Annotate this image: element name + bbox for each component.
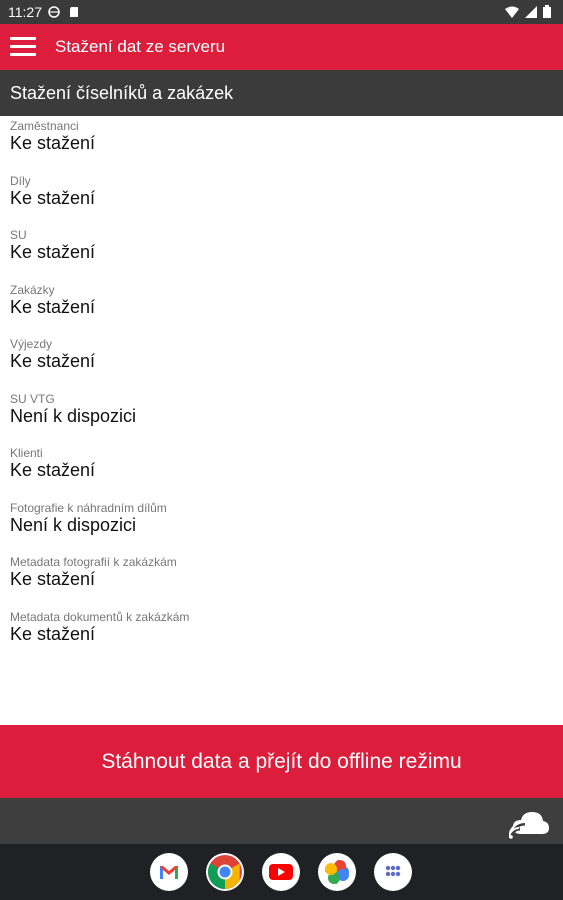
item-status: Ke stažení bbox=[10, 623, 96, 644]
list-item: Zaměstnanci Ke stažení bbox=[0, 116, 563, 171]
item-status: Ke stažení bbox=[10, 460, 96, 480]
signal-icon bbox=[525, 5, 537, 18]
item-status: Ke stažení bbox=[10, 187, 96, 208]
download-status-list: Zaměstnanci Ke stažení Díly Ke stažení S… bbox=[0, 116, 563, 661]
list-item: Metadata fotografií k zakázkám Ke stažen… bbox=[0, 552, 563, 607]
gmail-icon[interactable] bbox=[150, 853, 188, 891]
list-item: Výjezdy Ke stažení bbox=[0, 334, 563, 389]
item-status: Není k dispozici bbox=[10, 514, 137, 535]
item-caption: Fotografie k náhradním dílům bbox=[10, 500, 167, 515]
item-status: Ke stažení bbox=[10, 569, 96, 589]
item-caption: Výjezdy bbox=[10, 337, 53, 351]
sd-card-icon bbox=[70, 7, 78, 17]
app-bar-title: Stažení dat ze serveru bbox=[55, 37, 226, 56]
wifi-icon bbox=[505, 6, 519, 18]
item-caption: Díly bbox=[10, 173, 31, 188]
item-caption: Metadata dokumentů k zakázkám bbox=[10, 609, 190, 624]
item-status: Ke stažení bbox=[10, 242, 96, 262]
photos-icon[interactable] bbox=[318, 853, 356, 891]
status-bar: 11:27 bbox=[0, 0, 563, 24]
list-item: Klienti Ke stažení bbox=[0, 443, 563, 498]
list-item: SU Ke stažení bbox=[0, 225, 563, 280]
item-caption: Zaměstnanci bbox=[10, 119, 79, 133]
list-item: Metadata dokumentů k zakázkám Ke stažení bbox=[0, 607, 563, 662]
app-drawer-icon[interactable] bbox=[374, 853, 412, 891]
cloud-sync-icon[interactable] bbox=[509, 808, 549, 840]
app-bar: Stažení dat ze serveru bbox=[0, 24, 563, 70]
status-icons bbox=[505, 5, 551, 18]
list-item: Zakázky Ke stažení bbox=[0, 280, 563, 335]
item-status: Není k dispozici bbox=[10, 405, 137, 426]
status-time: 11:27 bbox=[8, 4, 42, 20]
app-dock bbox=[0, 844, 563, 900]
item-status: Ke stažení bbox=[10, 351, 96, 371]
list-item: Díly Ke stažení bbox=[0, 171, 563, 226]
item-caption: SU bbox=[10, 228, 27, 242]
section-header: Stažení číselníků a zakázek bbox=[0, 70, 563, 116]
battery-icon bbox=[543, 5, 551, 18]
list-item: SU VTG Není k dispozici bbox=[0, 389, 563, 444]
chrome-icon[interactable] bbox=[206, 853, 244, 891]
bottom-bar bbox=[0, 798, 563, 844]
item-caption: Klienti bbox=[10, 446, 43, 460]
hamburger-menu-icon[interactable] bbox=[10, 37, 36, 57]
list-item: Fotografie k náhradním dílům Není k disp… bbox=[0, 498, 563, 553]
youtube-icon[interactable] bbox=[262, 853, 300, 891]
vpn-globe-icon bbox=[48, 6, 60, 18]
item-caption: SU VTG bbox=[10, 391, 55, 406]
download-offline-button[interactable]: Stáhnout data a přejít do offline režimu bbox=[0, 725, 563, 798]
item-caption: Metadata fotografií k zakázkám bbox=[10, 555, 177, 569]
section-title: Stažení číselníků a zakázek bbox=[10, 83, 234, 103]
item-status: Ke stažení bbox=[10, 133, 96, 153]
item-status: Ke stažení bbox=[10, 296, 96, 317]
item-caption: Zakázky bbox=[10, 282, 55, 297]
